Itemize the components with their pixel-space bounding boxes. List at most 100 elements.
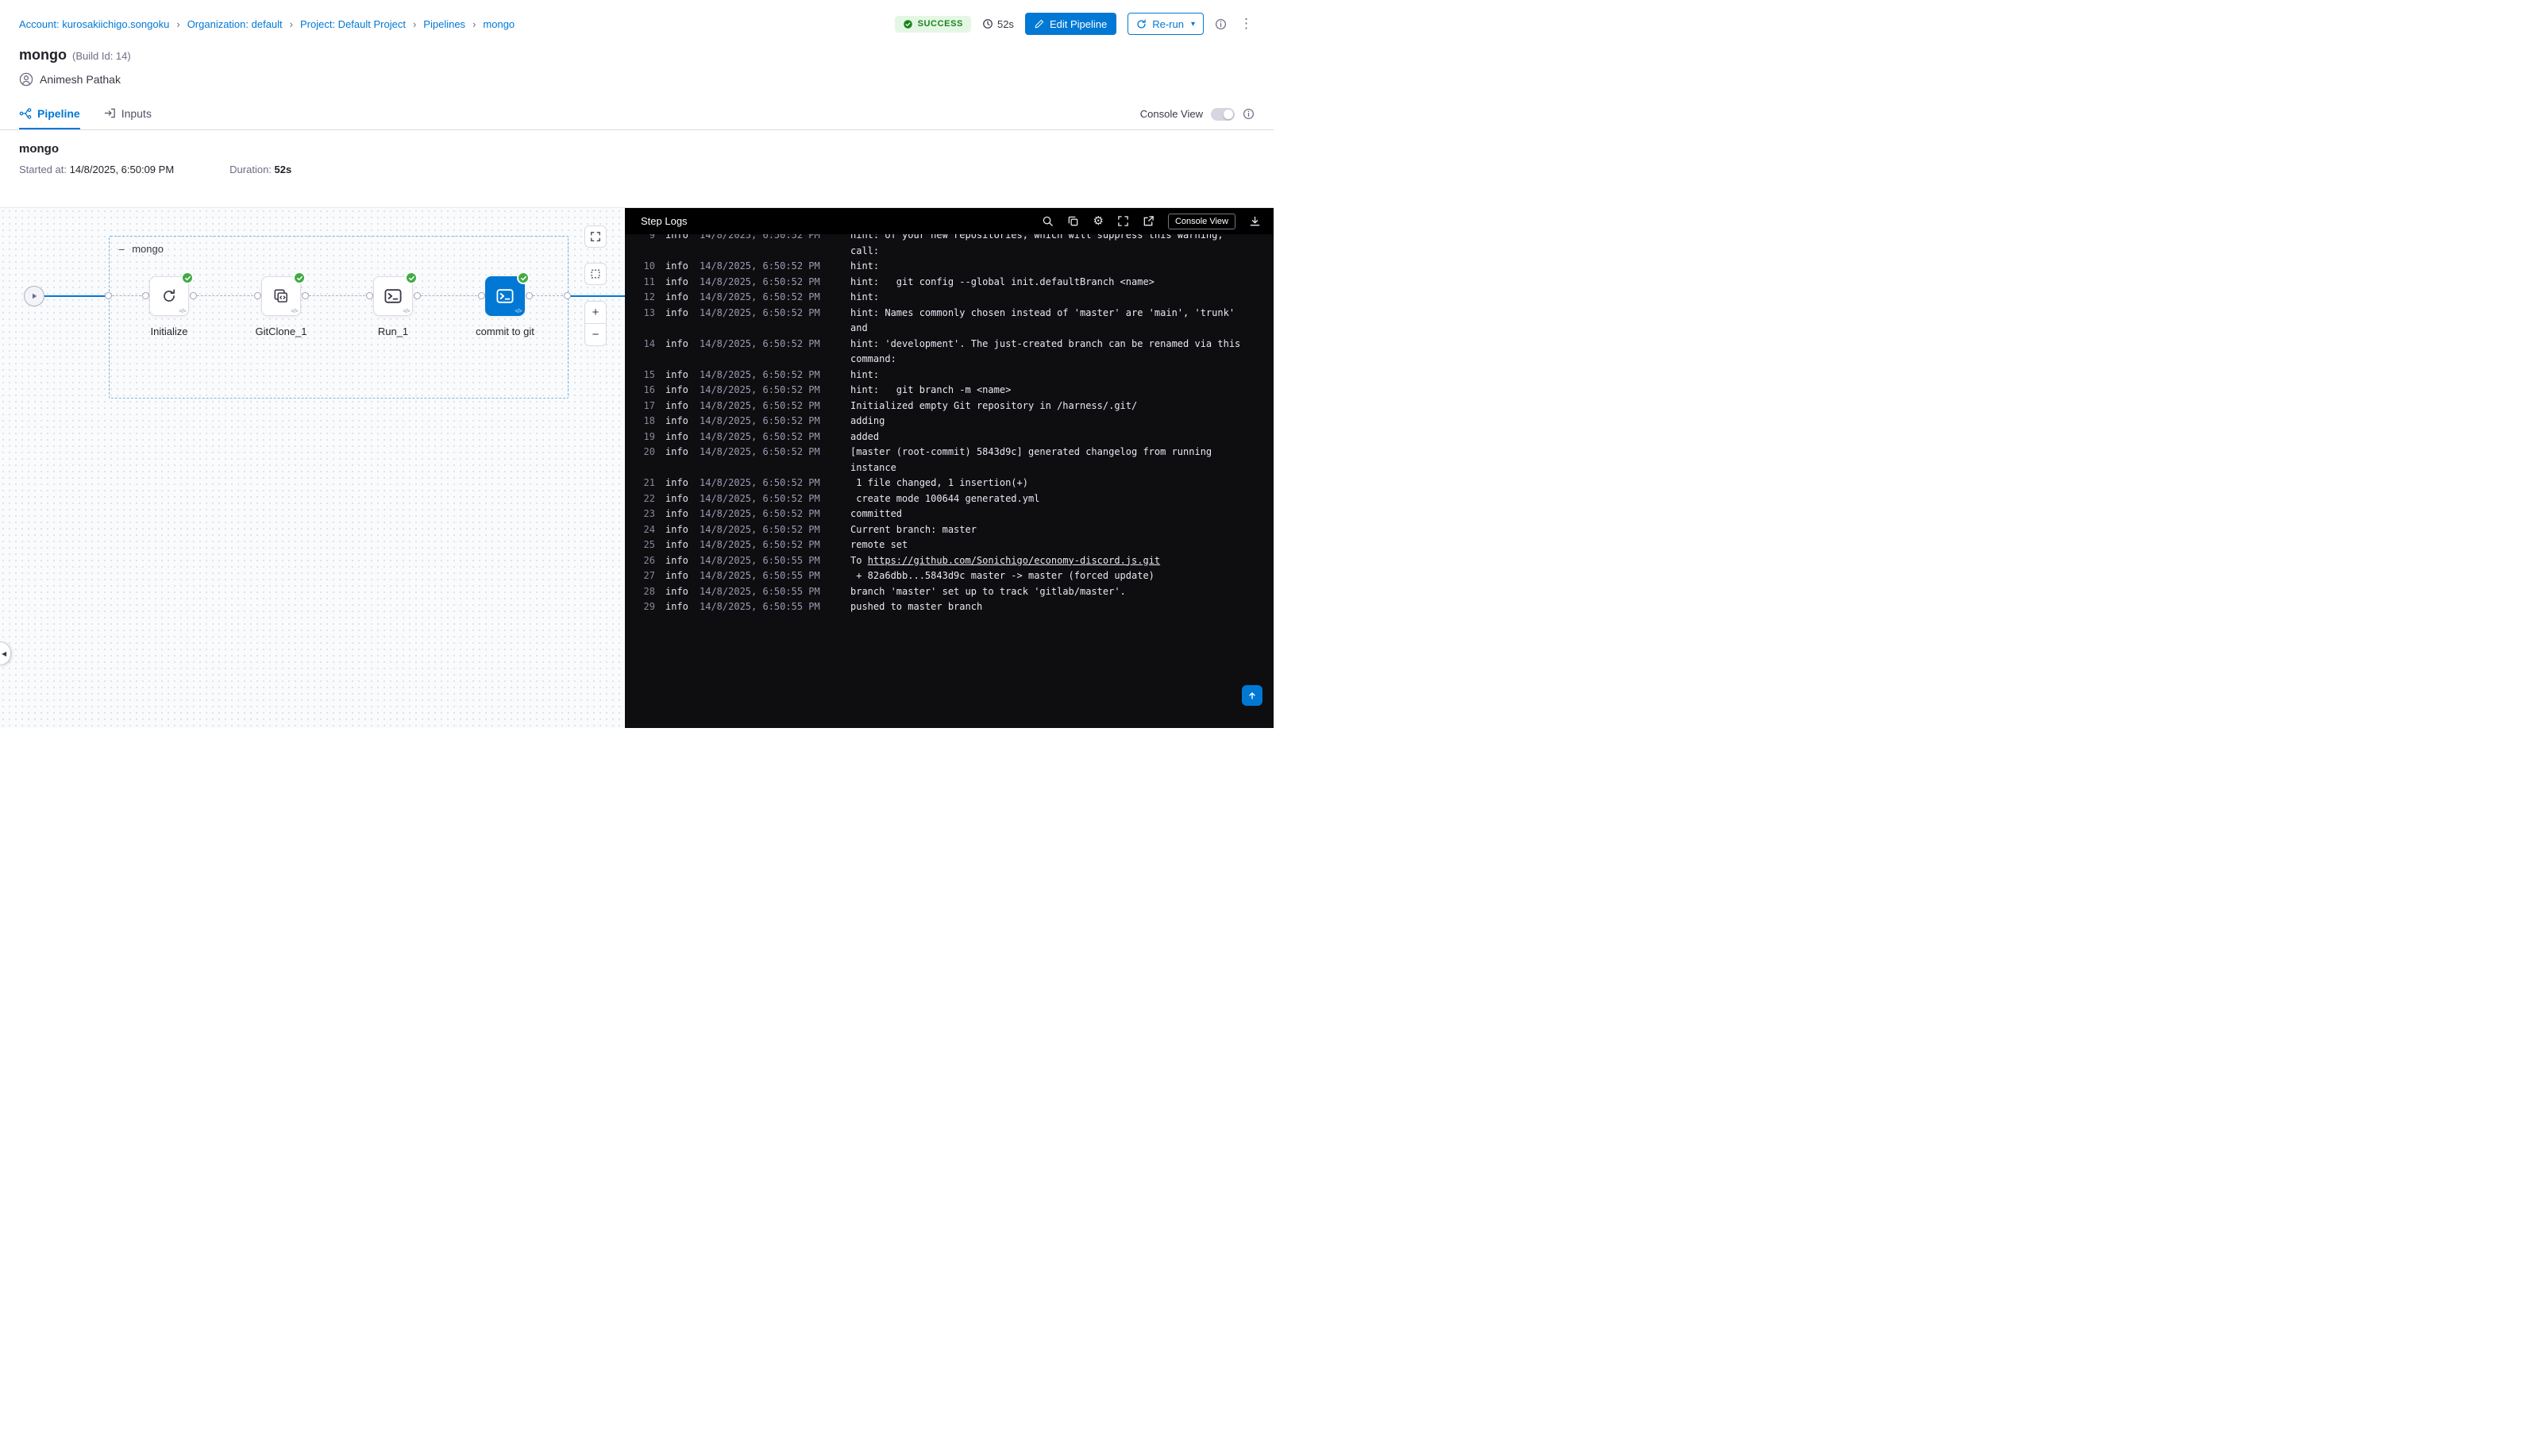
log-line-number: 12 [633,290,655,306]
log-level: info [665,368,690,383]
connector-point[interactable] [478,292,485,299]
pipeline-icon [19,107,32,120]
log-message: hint: of your new repositories, which wi… [850,234,1224,244]
log-message: hint: [850,290,879,306]
breadcrumb-item[interactable]: Account: kurosakiichigo.songoku [19,18,169,30]
pipeline-step-node[interactable]: </>Initialize [149,276,189,316]
log-link[interactable]: https://github.com/Sonichigo/economy-dis… [868,555,1160,566]
log-level: info [665,306,690,322]
step-label: GitClone_1 [226,325,337,337]
caret-down-icon: ▾ [1191,20,1195,29]
stage-name: mongo [19,142,1255,156]
tab-inputs-label: Inputs [121,107,152,120]
download-icon[interactable] [1249,215,1261,227]
log-line-number: 28 [633,584,655,600]
log-line: 13info14/8/2025, 6:50:52 PMhint: Names c… [625,306,1274,322]
zoom-out-button[interactable]: − [585,324,606,345]
tab-inputs[interactable]: Inputs [104,98,152,129]
rerun-label: Re-run [1152,18,1184,30]
connector-dashed-line [305,295,369,296]
log-timestamp: 14/8/2025, 6:50:52 PM [700,368,841,383]
canvas-select-button[interactable] [584,263,607,285]
connector-point[interactable] [105,292,112,299]
log-line: 20info14/8/2025, 6:50:52 PM[master (root… [625,445,1274,460]
user-name: Animesh Pathak [40,73,121,86]
log-header: Step Logs ⚙ Console View [625,208,1274,234]
log-line: 12info14/8/2025, 6:50:52 PMhint: [625,290,1274,306]
log-timestamp: 14/8/2025, 6:50:52 PM [700,337,841,352]
log-line-number: 11 [633,275,655,291]
log-line-number: 10 [633,259,655,275]
connector-point[interactable] [366,292,373,299]
log-message: and [850,321,868,337]
log-timestamp: 14/8/2025, 6:50:55 PM [700,599,841,615]
breadcrumb-item[interactable]: Project: Default Project [300,18,406,30]
connector-line [567,295,625,297]
log-message: remote set [850,537,908,553]
code-icon: </> [291,309,298,314]
external-link-icon[interactable] [1143,215,1155,227]
connector-point[interactable] [142,292,149,299]
copy-logs-icon[interactable] [1067,215,1079,227]
kebab-menu-icon[interactable]: ⋮ [1238,16,1255,32]
pipeline-step-node[interactable]: </>GitClone_1 [261,276,301,316]
log-message: hint: [850,259,879,275]
settings-gear-icon[interactable]: ⚙ [1093,215,1103,227]
log-line: 19info14/8/2025, 6:50:52 PMadded [625,429,1274,445]
log-timestamp: 14/8/2025, 6:50:52 PM [700,429,841,445]
console-view-toggle[interactable] [1211,108,1235,121]
step-success-badge-icon [405,272,418,284]
log-timestamp: 14/8/2025, 6:50:52 PM [700,306,841,322]
scroll-to-top-button[interactable] [1242,685,1262,706]
search-icon[interactable] [1042,215,1054,227]
breadcrumb-item[interactable]: Pipelines [423,18,465,30]
rerun-button[interactable]: Re-run ▾ [1128,13,1204,35]
duration-indicator: 52s [982,18,1014,30]
log-line: 10info14/8/2025, 6:50:52 PMhint: [625,259,1274,275]
clone-icon [272,287,290,305]
tab-pipeline[interactable]: Pipeline [19,98,80,129]
connector-point[interactable] [564,292,571,299]
step-card[interactable]: </> [261,276,301,316]
log-line-continuation: and [625,321,1274,337]
breadcrumb-item[interactable]: mongo [483,18,515,30]
step-success-badge-icon [293,272,306,284]
connector-point[interactable] [526,292,533,299]
connector-point[interactable] [190,292,197,299]
log-timestamp: 14/8/2025, 6:50:52 PM [700,383,841,399]
log-line-number: 23 [633,507,655,522]
pipeline-step-node[interactable]: </>Run_1 [373,276,413,316]
connector-point[interactable] [414,292,421,299]
canvas-fullscreen-button[interactable] [584,225,607,248]
info-icon[interactable] [1215,18,1227,30]
code-icon: </> [179,309,186,314]
expand-fullscreen-icon[interactable] [1117,215,1129,227]
connector-point[interactable] [302,292,309,299]
tab-pipeline-label: Pipeline [37,107,80,120]
log-line-number: 24 [633,522,655,538]
log-level: info [665,491,690,507]
step-logs-panel: Step Logs ⚙ Console View [625,208,1274,728]
started-label: Started at: [19,164,67,175]
step-card[interactable]: </> [373,276,413,316]
step-card[interactable]: </> [149,276,189,316]
chevron-right-icon: › [176,18,179,30]
connector-point[interactable] [254,292,261,299]
console-view-button[interactable]: Console View [1168,214,1235,229]
edit-pipeline-button[interactable]: Edit Pipeline [1025,13,1116,35]
zoom-in-button[interactable]: + [585,302,606,323]
info-icon[interactable] [1243,108,1255,120]
step-card[interactable]: </> [485,276,525,316]
log-body[interactable]: 9info14/8/2025, 6:50:52 PMhint: of your … [625,234,1274,728]
started-at: Started at: 14/8/2025, 6:50:09 PM [19,164,174,175]
log-level: info [665,259,690,275]
pipeline-canvas[interactable]: − mongo </>Initialize</>GitClone_1</>Run… [0,208,625,728]
log-level: info [665,290,690,306]
log-level: info [665,337,690,352]
console-view-label: Console View [1140,108,1203,120]
breadcrumb-item[interactable]: Organization: default [187,18,283,30]
pipeline-step-node[interactable]: </>commit to git [485,276,525,316]
log-line-number: 16 [633,383,655,399]
log-line: 25info14/8/2025, 6:50:52 PMremote set [625,537,1274,553]
play-icon [29,291,39,301]
